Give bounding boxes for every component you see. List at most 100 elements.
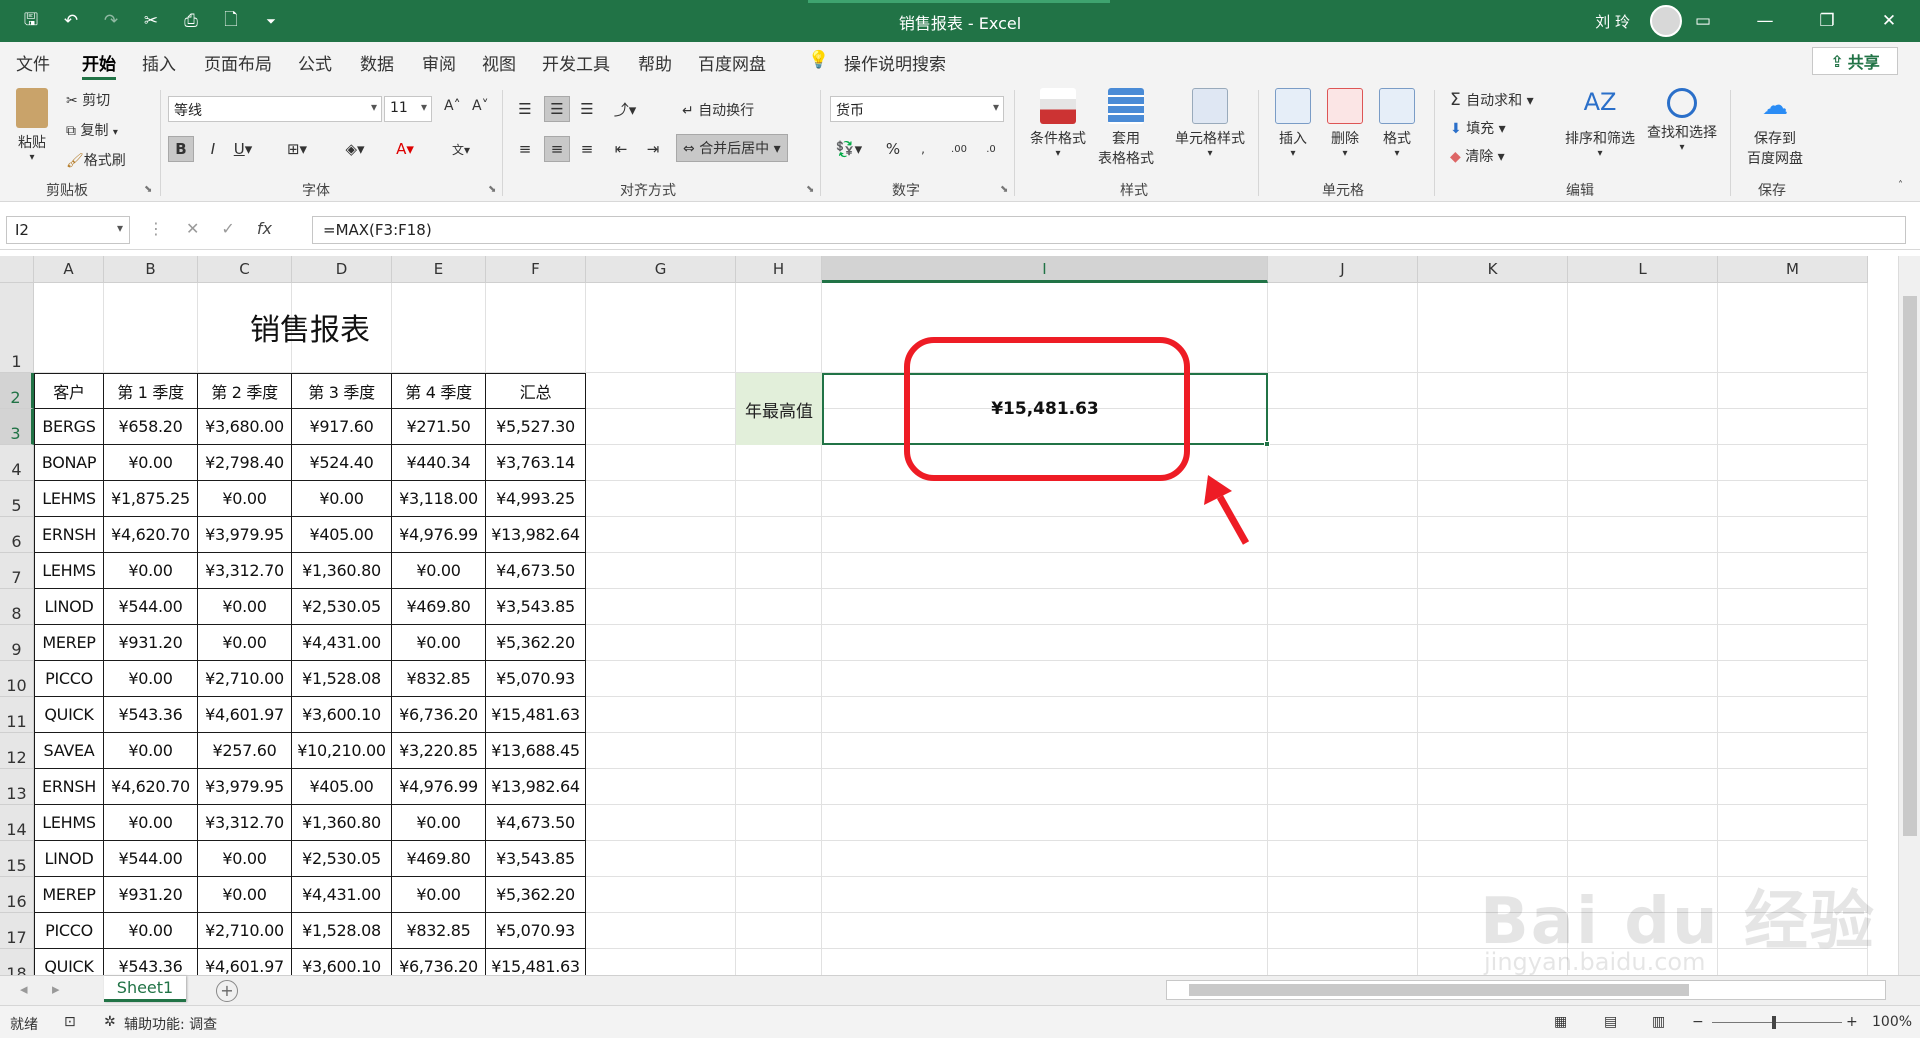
grid-cell[interactable] — [822, 949, 1268, 975]
close-icon[interactable]: ✕ — [1858, 0, 1920, 42]
table-cell[interactable]: ¥0.00 — [104, 661, 198, 697]
sheet-tab-sheet1[interactable]: Sheet1 — [104, 976, 186, 1002]
format-painter-button[interactable]: 🖌格式刷 — [66, 150, 126, 170]
grid-cell[interactable] — [1268, 661, 1418, 697]
zoom-level[interactable]: 100% — [1872, 1014, 1912, 1030]
format-cells-button[interactable]: 格式 ▾ — [1372, 88, 1422, 159]
zoom-out-icon[interactable]: − — [1692, 1014, 1704, 1030]
cell-styles-button[interactable]: 单元格样式 ▾ — [1168, 88, 1252, 159]
grid-cell[interactable] — [1568, 697, 1718, 733]
grid-cell[interactable] — [1268, 697, 1418, 733]
next-sheet-icon[interactable]: ▸ — [52, 980, 60, 998]
grid-cell[interactable] — [822, 733, 1268, 769]
table-cell[interactable]: ¥2,710.00 — [198, 913, 292, 949]
grid-cell[interactable] — [822, 877, 1268, 913]
table-cell[interactable]: ¥4,673.50 — [486, 553, 586, 589]
table-cell[interactable]: ¥543.36 — [104, 949, 198, 975]
orientation-icon[interactable]: ⤴▾ — [612, 96, 638, 122]
conditional-format-button[interactable]: 条件格式 ▾ — [1024, 88, 1092, 159]
grid-cell[interactable] — [1718, 283, 1868, 373]
bold-button[interactable]: B — [168, 136, 194, 162]
table-cell[interactable]: ¥257.60 — [198, 733, 292, 769]
grid-cell[interactable] — [1268, 805, 1418, 841]
table-cell[interactable]: ¥543.36 — [104, 697, 198, 733]
grid-cell[interactable] — [1718, 589, 1868, 625]
grid-cell[interactable] — [1418, 589, 1568, 625]
grid-cell[interactable] — [1718, 769, 1868, 805]
row-header[interactable]: 1 — [0, 283, 34, 373]
restore-icon[interactable]: ❐ — [1796, 0, 1858, 42]
table-cell[interactable]: ERNSH — [34, 769, 104, 805]
row-header[interactable]: 5 — [0, 481, 34, 517]
table-cell[interactable]: ¥1,875.25 — [104, 481, 198, 517]
row-header[interactable]: 17 — [0, 913, 34, 949]
column-header[interactable]: C — [198, 256, 292, 283]
grow-font-icon[interactable]: A˄ — [444, 98, 461, 114]
grid-cell[interactable] — [1268, 445, 1418, 481]
grid-cell[interactable] — [1418, 661, 1568, 697]
grid-cell[interactable] — [1568, 373, 1718, 409]
table-cell[interactable]: ¥544.00 — [104, 841, 198, 877]
table-cell[interactable]: ¥3,543.85 — [486, 841, 586, 877]
grid-cell[interactable] — [1268, 733, 1418, 769]
table-cell[interactable]: ¥917.60 — [292, 409, 392, 445]
tab-developer[interactable]: 开发工具 — [542, 50, 610, 75]
tab-home[interactable]: 开始 — [82, 50, 116, 80]
align-middle-icon[interactable]: ☰ — [544, 96, 570, 122]
font-size-select[interactable]: 11 — [384, 96, 432, 122]
grid-cell[interactable] — [1568, 769, 1718, 805]
tab-data[interactable]: 数据 — [360, 50, 394, 75]
sort-filter-button[interactable]: AZ 排序和筛选 ▾ — [1562, 88, 1638, 159]
name-box[interactable]: I2 — [6, 216, 130, 244]
zoom-in-icon[interactable]: + — [1846, 1014, 1858, 1030]
grid-cell[interactable] — [586, 409, 736, 445]
number-format-select[interactable]: 货币 — [830, 96, 1004, 122]
column-header[interactable]: J — [1268, 256, 1418, 283]
table-cell[interactable]: ¥0.00 — [392, 625, 486, 661]
grid-cell[interactable] — [822, 589, 1268, 625]
table-cell[interactable]: ¥931.20 — [104, 625, 198, 661]
grid-cell[interactable] — [1268, 769, 1418, 805]
autosum-button[interactable]: Σ 自动求和 ▾ — [1450, 90, 1534, 110]
table-cell[interactable]: ¥3,979.95 — [198, 517, 292, 553]
row-header[interactable]: 11 — [0, 697, 34, 733]
grid-cell[interactable] — [1268, 589, 1418, 625]
table-cell[interactable]: ¥469.80 — [392, 589, 486, 625]
cancel-icon[interactable]: ✕ — [186, 219, 199, 238]
row-header[interactable]: 9 — [0, 625, 34, 661]
table-cell[interactable]: ¥0.00 — [392, 805, 486, 841]
table-cell[interactable]: ¥4,431.00 — [292, 625, 392, 661]
grid-cell[interactable] — [1718, 409, 1868, 445]
table-cell[interactable]: ¥0.00 — [198, 589, 292, 625]
dialog-launcher-icon[interactable]: ⬊ — [806, 184, 814, 195]
table-cell[interactable]: ¥1,360.80 — [292, 553, 392, 589]
table-cell[interactable]: ¥4,431.00 — [292, 877, 392, 913]
table-cell[interactable]: ¥405.00 — [292, 517, 392, 553]
zoom-slider-knob[interactable] — [1772, 1016, 1776, 1029]
table-cell[interactable]: LEHMS — [34, 481, 104, 517]
copy-button[interactable]: ⧉ 复制 ▾ — [66, 120, 118, 140]
grid-cell[interactable] — [1418, 373, 1568, 409]
table-cell[interactable]: ¥271.50 — [392, 409, 486, 445]
grid-cell[interactable] — [1718, 481, 1868, 517]
row-header[interactable]: 15 — [0, 841, 34, 877]
table-cell[interactable]: ¥4,673.50 — [486, 805, 586, 841]
align-top-icon[interactable]: ☰ — [512, 96, 538, 122]
comma-style-icon[interactable]: , — [910, 136, 936, 162]
percent-icon[interactable]: % — [880, 136, 906, 162]
normal-view-icon[interactable]: ▦ — [1554, 1014, 1567, 1030]
table-header-cell[interactable]: 客户 — [34, 373, 104, 409]
insert-function-icon[interactable]: fx — [257, 219, 272, 238]
table-cell[interactable]: ¥0.00 — [392, 553, 486, 589]
decrease-indent-icon[interactable]: ⇤ — [608, 136, 634, 162]
table-cell[interactable]: ¥832.85 — [392, 913, 486, 949]
table-cell[interactable]: ¥0.00 — [104, 805, 198, 841]
grid-cell[interactable] — [586, 913, 736, 949]
grid-cell[interactable] — [1418, 481, 1568, 517]
dialog-launcher-icon[interactable]: ⬊ — [144, 184, 152, 195]
table-cell[interactable]: ¥0.00 — [392, 877, 486, 913]
table-cell[interactable]: ¥0.00 — [198, 841, 292, 877]
ribbon-display-icon[interactable]: ▭ — [1672, 0, 1734, 42]
table-cell[interactable]: ¥0.00 — [198, 877, 292, 913]
table-cell[interactable]: ¥5,070.93 — [486, 661, 586, 697]
